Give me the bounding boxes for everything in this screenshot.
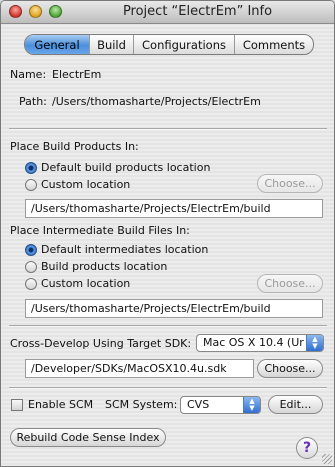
scm-edit-button[interactable]: Edit... — [268, 395, 323, 414]
name-label: Name: — [10, 68, 47, 81]
close-icon[interactable] — [9, 5, 22, 18]
intermediate-heading: Place Intermediate Build Files In: — [10, 224, 190, 237]
build-products-location-label[interactable]: Build products location — [41, 260, 167, 273]
default-intermediates-radio[interactable] — [25, 244, 37, 256]
name-value: ElectrEm — [52, 68, 102, 81]
separator — [9, 128, 327, 130]
default-build-products-radio[interactable] — [25, 162, 37, 174]
tab-bar: General Build Configurations Comments — [24, 34, 314, 55]
scm-system-label: SCM System: — [105, 398, 178, 411]
default-build-products-label[interactable]: Default build products location — [41, 161, 210, 174]
custom-intermediates-radio[interactable] — [25, 278, 37, 290]
intermediate-choose-button[interactable]: Choose... — [257, 274, 323, 293]
sdk-popup-value: Mac OS X 10.4 (Ur — [203, 336, 304, 349]
minimize-icon[interactable] — [29, 5, 42, 18]
scm-system-popup[interactable]: CVS ▲ ▼ — [180, 396, 261, 414]
resize-grip-icon[interactable] — [322, 454, 332, 464]
tab-configurations[interactable]: Configurations — [133, 35, 234, 54]
enable-scm-label[interactable]: Enable SCM — [28, 398, 93, 411]
rebuild-code-sense-index-button[interactable]: Rebuild Code Sense Index — [10, 428, 166, 447]
build-products-location-radio[interactable] — [25, 261, 37, 273]
project-info-window: Project “ElectrEm” Info General Build Co… — [0, 0, 335, 467]
popup-arrows-icon: ▲ ▼ — [243, 397, 260, 413]
default-intermediates-label[interactable]: Default intermediates location — [41, 243, 208, 256]
tab-comments[interactable]: Comments — [234, 35, 313, 54]
build-products-heading: Place Build Products In: — [10, 140, 139, 153]
custom-build-products-radio[interactable] — [25, 179, 37, 191]
tab-general[interactable]: General — [25, 35, 89, 54]
separator — [9, 387, 327, 389]
window-title: Project “ElectrEm” Info — [122, 4, 273, 19]
tab-build[interactable]: Build — [89, 35, 133, 54]
build-products-choose-button[interactable]: Choose... — [257, 174, 323, 193]
sdk-choose-button[interactable]: Choose... — [257, 359, 323, 378]
path-value: /Users/thomasharte/Projects/ElectrEm — [52, 95, 261, 108]
popup-arrows-icon: ▲ ▼ — [306, 335, 323, 351]
separator — [9, 325, 327, 327]
intermediate-path-field[interactable]: /Users/thomasharte/Projects/ElectrEm/bui… — [25, 299, 323, 318]
enable-scm-checkbox[interactable] — [11, 399, 23, 411]
sdk-label: Cross-Develop Using Target SDK: — [10, 337, 192, 350]
scm-system-value: CVS — [187, 398, 210, 411]
sdk-popup[interactable]: Mac OS X 10.4 (Ur ▲ ▼ — [196, 334, 324, 352]
build-products-path-field[interactable]: /Users/thomasharte/Projects/ElectrEm/bui… — [25, 199, 323, 218]
zoom-icon[interactable] — [49, 5, 62, 18]
custom-build-products-label[interactable]: Custom location — [41, 178, 130, 191]
sdk-path-field[interactable]: /Developer/SDKs/MacOSX10.4u.sdk — [25, 359, 254, 378]
custom-intermediates-label[interactable]: Custom location — [41, 277, 130, 290]
path-label: Path: — [19, 95, 47, 108]
help-icon[interactable]: ? — [296, 437, 318, 459]
title-bar[interactable]: Project “ElectrEm” Info — [1, 1, 334, 24]
